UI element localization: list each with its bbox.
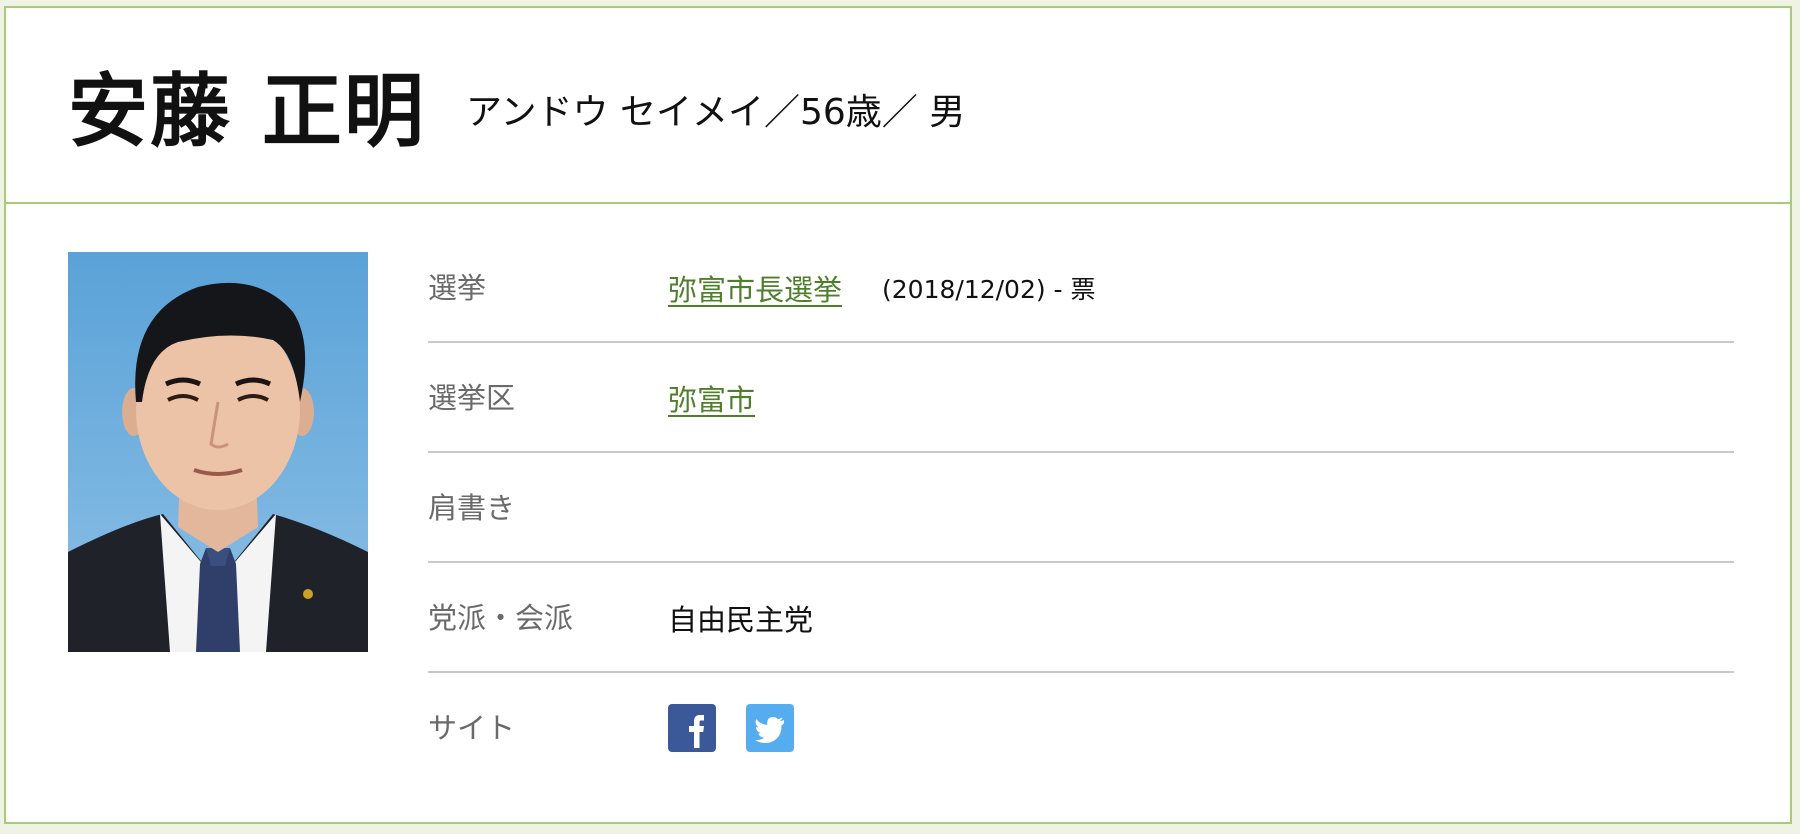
party-label: 党派・会派: [428, 601, 574, 635]
candidate-card: 安藤 正明 アンドウ セイメイ／56歳／ 男 選挙 弥富市長選挙 (2018/1…: [4, 6, 1792, 824]
detail-row-election: 選挙 弥富市長選挙 (2018/12/02) - 票: [428, 233, 1734, 343]
election-link[interactable]: 弥富市長選挙: [668, 267, 842, 309]
district-link[interactable]: 弥富市: [668, 377, 755, 419]
district-label: 選挙区: [428, 381, 516, 415]
site-value: [668, 673, 824, 783]
district-value: 弥富市: [668, 343, 755, 453]
candidate-header: 安藤 正明 アンドウ セイメイ／56歳／ 男: [6, 8, 1790, 204]
detail-row-title: 肩書き: [428, 453, 1734, 563]
election-value: 弥富市長選挙 (2018/12/02) - 票: [668, 233, 1096, 343]
title-label: 肩書き: [428, 491, 516, 525]
candidate-kana-age-gender: アンドウ セイメイ／56歳／ 男: [466, 92, 966, 133]
candidate-photo: [68, 252, 368, 652]
election-date-votes: (2018/12/02) - 票: [882, 275, 1096, 304]
election-label: 選挙: [428, 271, 487, 305]
twitter-icon[interactable]: [746, 704, 794, 752]
candidate-name: 安藤 正明: [68, 65, 426, 158]
detail-row-party: 党派・会派 自由民主党: [428, 563, 1734, 673]
party-value: 自由民主党: [668, 603, 814, 637]
details-list: 選挙 弥富市長選挙 (2018/12/02) - 票 選挙区 弥富市 肩書き 党…: [428, 233, 1734, 783]
detail-row-district: 選挙区 弥富市: [428, 343, 1734, 453]
facebook-icon[interactable]: [668, 704, 716, 752]
site-label: サイト: [428, 711, 516, 745]
detail-row-site: サイト: [428, 673, 1734, 783]
